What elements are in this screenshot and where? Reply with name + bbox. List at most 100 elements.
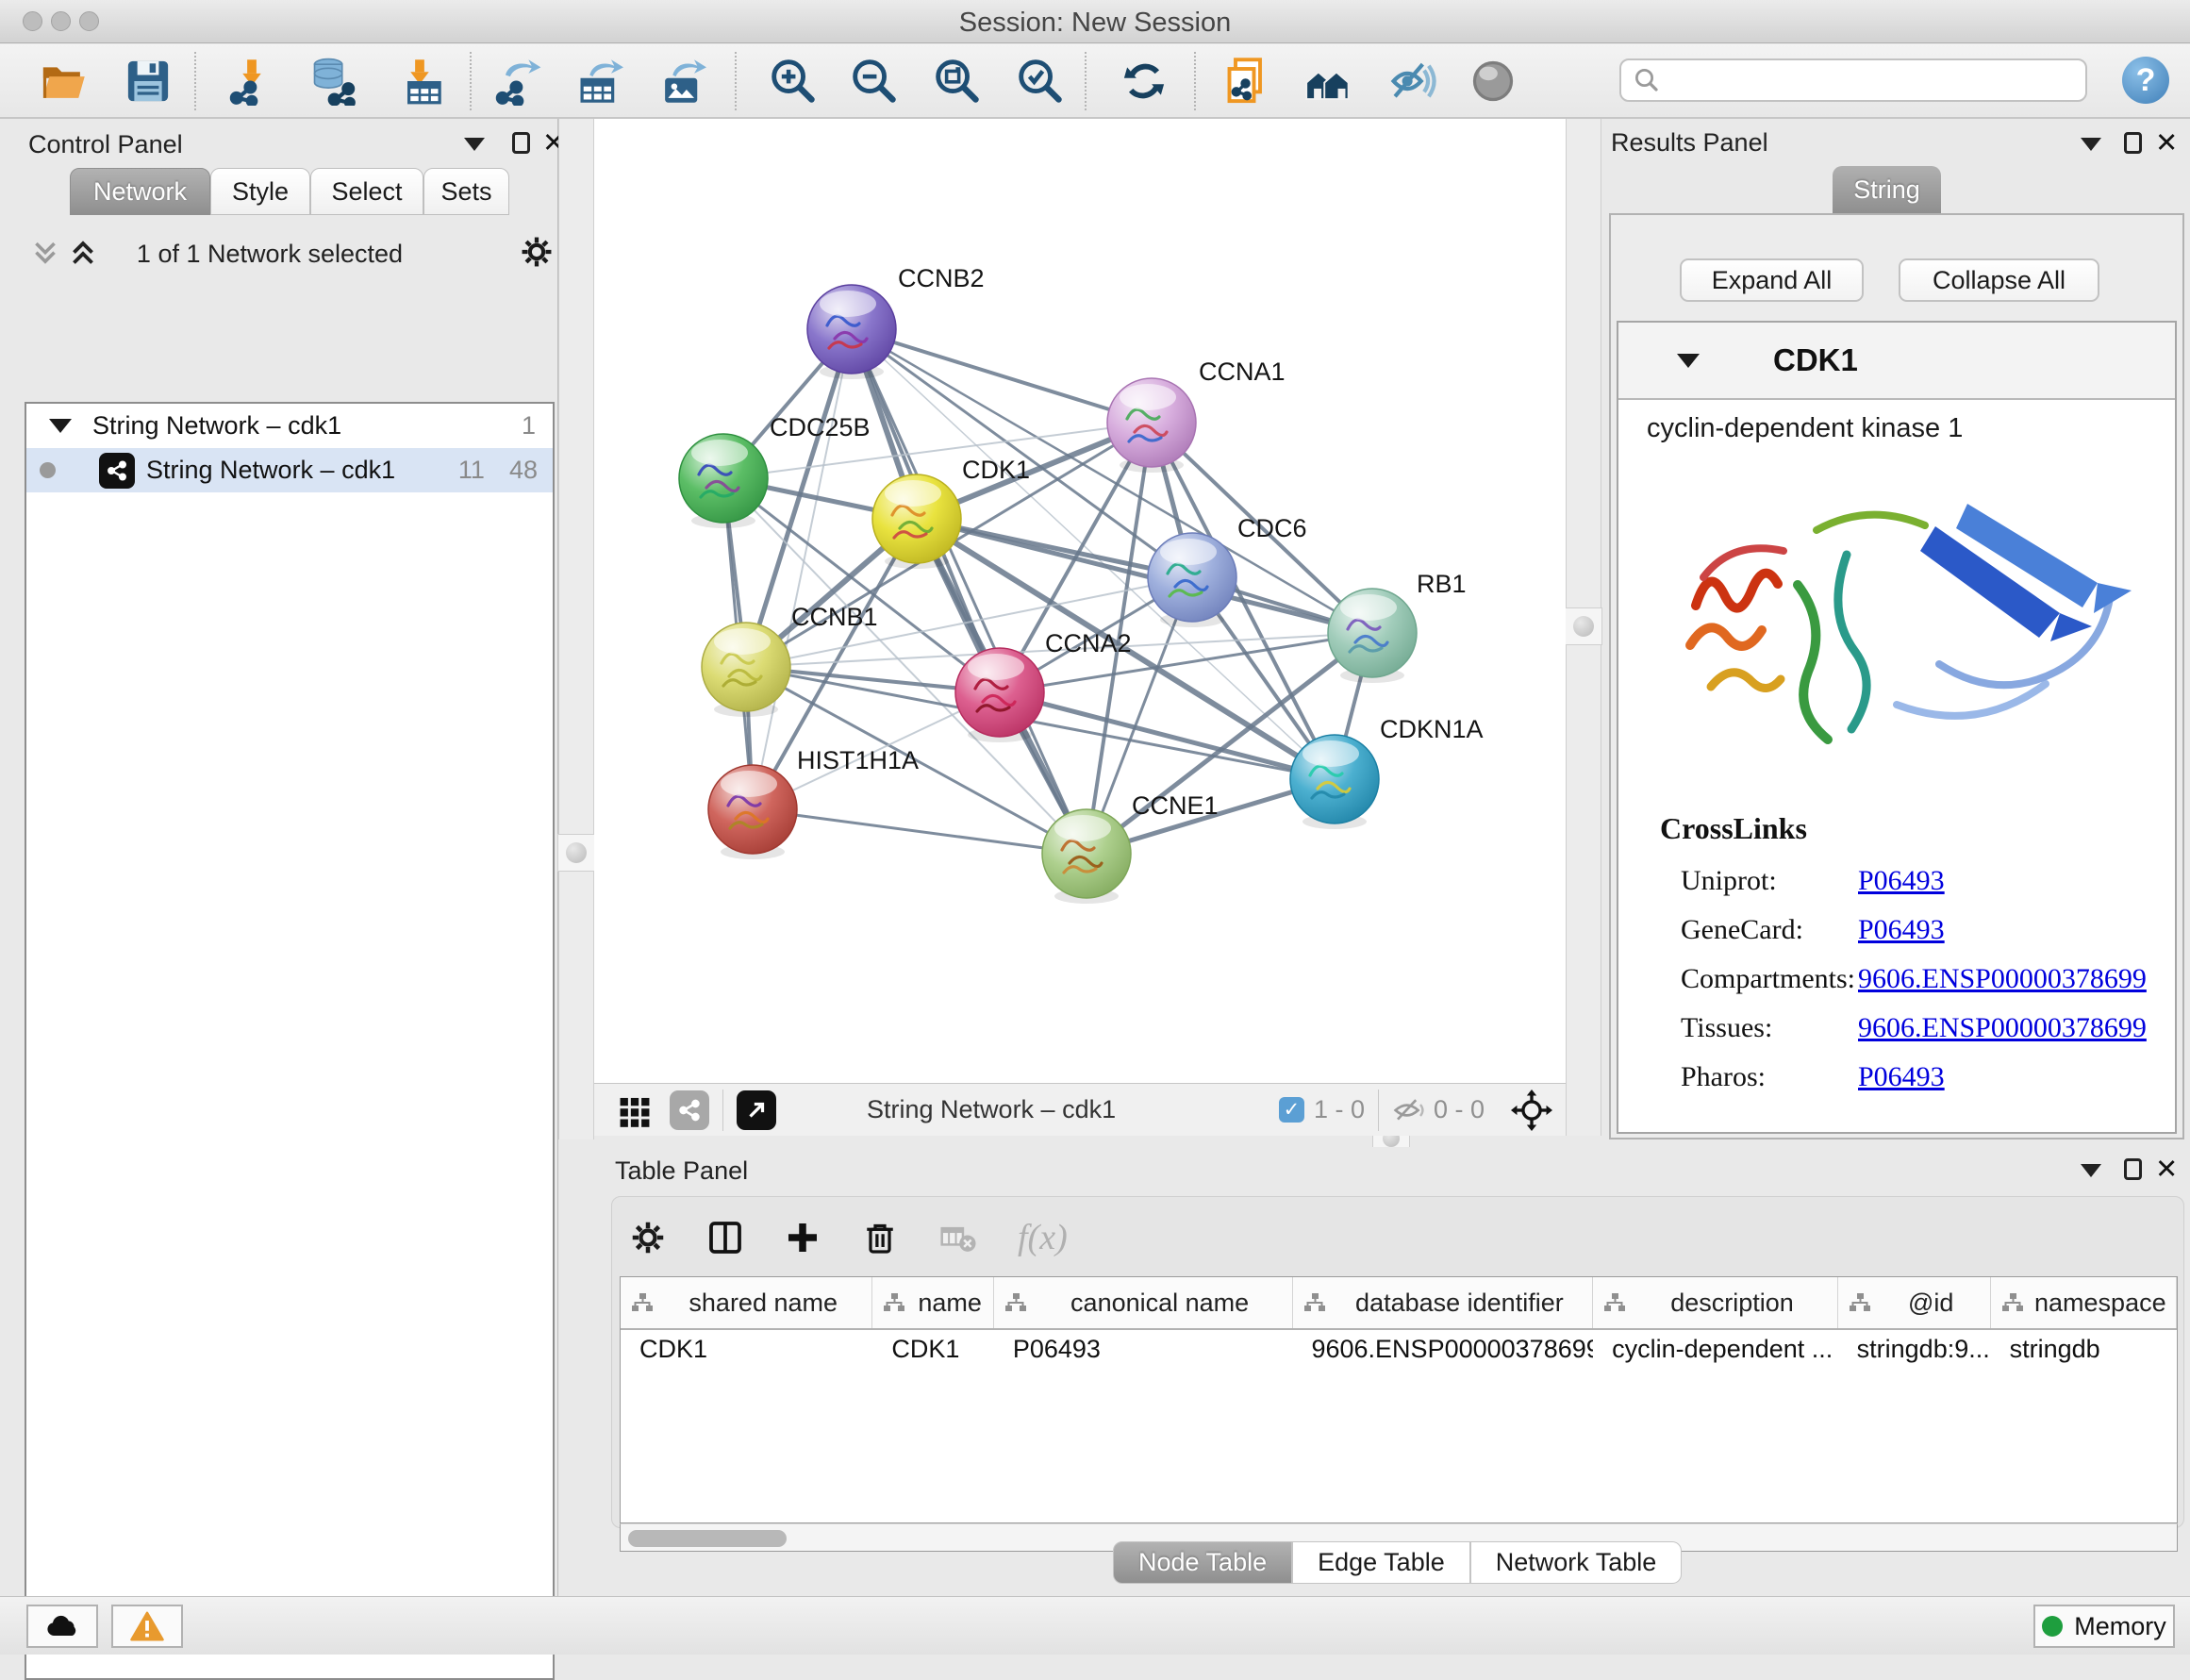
- search-field[interactable]: [1619, 58, 2087, 102]
- save-session-icon[interactable]: [123, 56, 174, 107]
- crosslink-link[interactable]: 9606.ENSP00000378699: [1858, 963, 2147, 995]
- column-header-description[interactable]: description: [1593, 1277, 1838, 1328]
- results-panel-collapse-icon[interactable]: [2081, 138, 2101, 151]
- tab-style[interactable]: Style: [210, 168, 310, 215]
- delete-column-icon[interactable]: [861, 1219, 899, 1256]
- edge-HIST1H1A-CCNE1[interactable]: [753, 809, 1087, 854]
- search-input[interactable]: [1661, 66, 2066, 95]
- column-header-canonical-name[interactable]: canonical name: [994, 1277, 1293, 1328]
- gene-section-header[interactable]: CDK1: [1618, 323, 2175, 400]
- column-header-name[interactable]: name: [872, 1277, 993, 1328]
- node-CDK1[interactable]: [872, 474, 961, 569]
- node-RB1[interactable]: [1328, 589, 1417, 683]
- warnings-button[interactable]: [111, 1605, 183, 1648]
- tab-network[interactable]: Network: [70, 168, 210, 215]
- node-CCNE1[interactable]: [1042, 809, 1131, 904]
- pan-crosshair-icon[interactable]: [1511, 1090, 1552, 1131]
- table-panel-close-icon[interactable]: ✕: [2155, 1156, 2178, 1184]
- crosslink-link[interactable]: 9606.ENSP00000378699: [1858, 1012, 2147, 1044]
- tab-string[interactable]: String: [1833, 166, 1941, 213]
- crosslink-link[interactable]: P06493: [1858, 914, 1945, 946]
- import-network-file-icon[interactable]: [226, 56, 277, 107]
- column-header-namespace[interactable]: namespace: [1991, 1277, 2177, 1328]
- network-graph[interactable]: CCNB2CCNA1CDC25BCDK1CDC6RB1CCNB1CCNA2CDK…: [594, 119, 1566, 1083]
- edge-CCNB2-CCNA1[interactable]: [852, 329, 1152, 423]
- export-table-icon[interactable]: [573, 56, 624, 107]
- tab-network-table[interactable]: Network Table: [1470, 1541, 1683, 1584]
- expand-all-button[interactable]: Expand All: [1680, 258, 1864, 302]
- gene-collapse-caret-icon[interactable]: [1677, 354, 1700, 368]
- node-CCNB1[interactable]: [702, 623, 790, 717]
- table-panel-collapse-icon[interactable]: [2081, 1164, 2101, 1177]
- network-share-icon[interactable]: [670, 1090, 709, 1130]
- node-CCNA1[interactable]: [1107, 378, 1196, 473]
- import-network-database-icon[interactable]: [307, 56, 358, 107]
- node-HIST1H1A[interactable]: [708, 765, 797, 859]
- node-CDKN1A[interactable]: [1290, 735, 1379, 829]
- duplicate-network-icon[interactable]: [1222, 56, 1273, 107]
- hide-selected-icon[interactable]: [1386, 56, 1437, 107]
- hierarchy-icon: [882, 1291, 906, 1314]
- home-networks-icon[interactable]: [1303, 56, 1354, 107]
- tree-expand-caret-icon[interactable]: [49, 419, 72, 433]
- edge-CCNB2-HIST1H1A[interactable]: [753, 329, 852, 809]
- network-row[interactable]: String Network – cdk1 11 48: [26, 448, 553, 492]
- zoom-fit-icon[interactable]: [932, 56, 983, 107]
- zoom-selected-icon[interactable]: [1015, 56, 1066, 107]
- help-button[interactable]: ?: [2122, 57, 2169, 104]
- tab-sets[interactable]: Sets: [423, 168, 509, 215]
- control-panel-collapse-icon[interactable]: [464, 138, 485, 151]
- crosslink-link[interactable]: P06493: [1858, 1061, 1945, 1093]
- table-cell[interactable]: cyclin-dependent ...: [1593, 1330, 1838, 1369]
- table-gear-icon[interactable]: [629, 1219, 667, 1256]
- results-panel-close-icon[interactable]: ✕: [2155, 130, 2178, 158]
- left-splitter-handle[interactable]: [557, 834, 595, 872]
- gear-icon[interactable]: [519, 234, 555, 270]
- column-header--id[interactable]: @id: [1838, 1277, 1991, 1328]
- grid-view-icon[interactable]: [617, 1092, 653, 1128]
- cloud-button[interactable]: [26, 1605, 98, 1648]
- hidden-edges-eye-icon[interactable]: [1392, 1096, 1426, 1124]
- right-splitter-handle[interactable]: [1565, 607, 1602, 645]
- node-CDC6[interactable]: [1148, 533, 1236, 627]
- column-header-shared-name[interactable]: shared name: [621, 1277, 872, 1328]
- export-image-icon[interactable]: [656, 56, 707, 107]
- table-cell[interactable]: stringdb:9...: [1838, 1330, 1991, 1369]
- selected-nodes-checkbox-icon[interactable]: ✓: [1279, 1097, 1304, 1123]
- show-columns-icon[interactable]: [706, 1219, 744, 1256]
- node-CDC25B[interactable]: [679, 434, 768, 528]
- table-cell[interactable]: stringdb: [1991, 1330, 2177, 1369]
- table-row[interactable]: CDK1CDK1P064939606.ENSP00000378699cyclin…: [621, 1330, 2177, 1369]
- add-column-icon[interactable]: [784, 1219, 821, 1256]
- network-view-toolbar: String Network – cdk1 ✓ 1 - 0 0 - 0: [594, 1083, 1566, 1136]
- results-panel: Results Panel ✕ String Expand All Collap…: [1603, 119, 2190, 1139]
- open-session-icon[interactable]: [38, 56, 89, 107]
- zoom-in-icon[interactable]: [768, 56, 819, 107]
- tab-select[interactable]: Select: [310, 168, 423, 215]
- table-cell[interactable]: CDK1: [872, 1330, 993, 1369]
- import-table-file-icon[interactable]: [394, 56, 445, 107]
- column-header-database-identifier[interactable]: database identifier: [1293, 1277, 1594, 1328]
- edge-CCNB2-CCNE1[interactable]: [852, 329, 1087, 854]
- table-hscrollbar-thumb[interactable]: [628, 1530, 787, 1547]
- network-canvas[interactable]: CCNB2CCNA1CDC25BCDK1CDC6RB1CCNB1CCNA2CDK…: [594, 119, 1566, 1083]
- export-network-icon[interactable]: [492, 56, 543, 107]
- network-collection-row[interactable]: String Network – cdk1 1: [26, 404, 553, 448]
- table-cell[interactable]: CDK1: [621, 1330, 872, 1369]
- left-splitter[interactable]: [558, 119, 594, 1139]
- tab-edge-table[interactable]: Edge Table: [1292, 1541, 1470, 1584]
- memory-button[interactable]: Memory: [2033, 1605, 2175, 1648]
- right-splitter[interactable]: [1566, 119, 1601, 1139]
- sphere-icon[interactable]: [1468, 56, 1518, 107]
- table-cell[interactable]: P06493: [994, 1330, 1293, 1369]
- table-panel-float-icon[interactable]: [2124, 1158, 2142, 1180]
- birds-eye-view-icon[interactable]: [737, 1090, 776, 1130]
- table-cell[interactable]: 9606.ENSP00000378699: [1292, 1330, 1593, 1369]
- refresh-layout-icon[interactable]: [1119, 56, 1170, 107]
- crosslink-link[interactable]: P06493: [1858, 865, 1945, 897]
- collapse-all-button[interactable]: Collapse All: [1899, 258, 2099, 302]
- results-panel-float-icon[interactable]: [2124, 132, 2142, 154]
- control-panel-float-icon[interactable]: [512, 132, 530, 154]
- tab-node-table[interactable]: Node Table: [1113, 1541, 1292, 1584]
- zoom-out-icon[interactable]: [849, 56, 900, 107]
